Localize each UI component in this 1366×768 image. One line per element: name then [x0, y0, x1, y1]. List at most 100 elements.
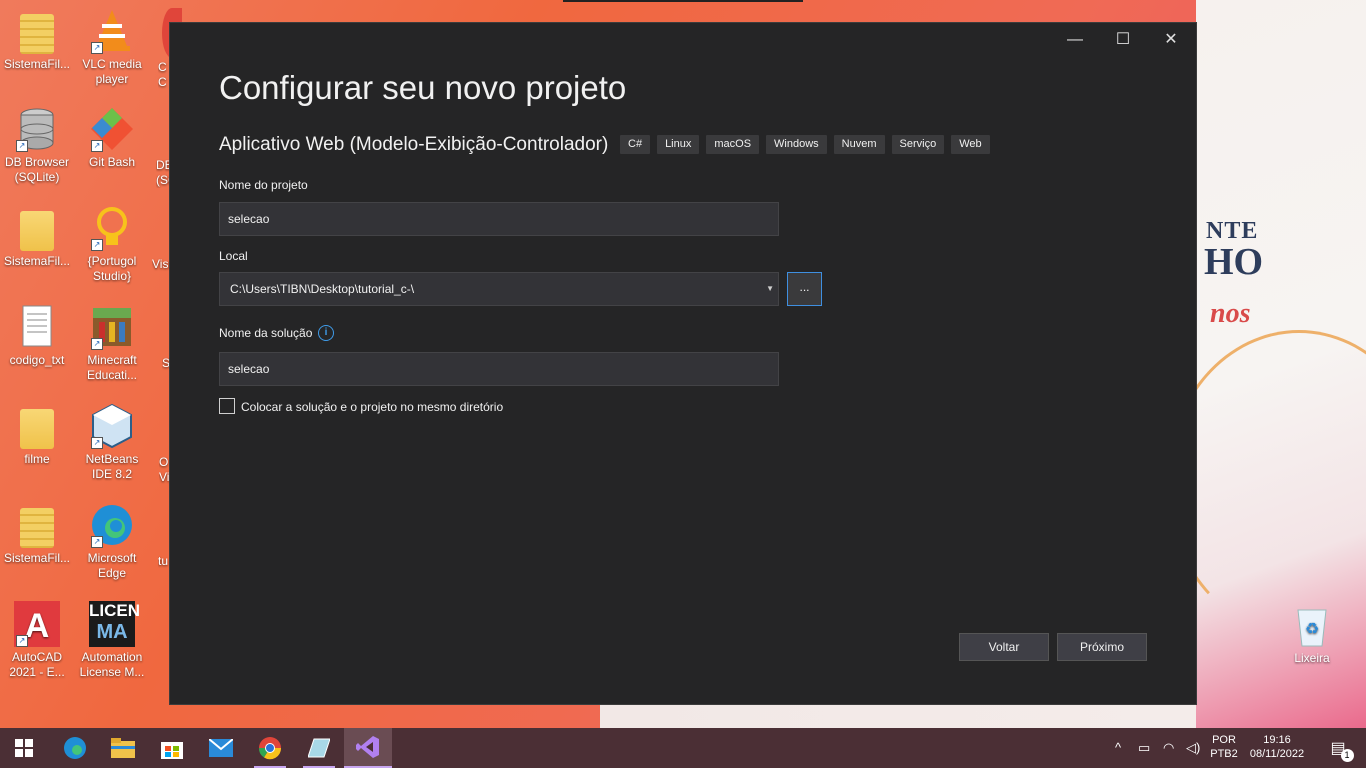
taskbar-chrome[interactable]	[246, 728, 294, 768]
desktop-icon-label: SistemaFil...	[3, 57, 70, 71]
same-directory-checkbox[interactable]	[219, 398, 235, 414]
desktop-icon-label: {Portugol Studio}	[87, 254, 137, 283]
desktop-icon-sistemafil-2[interactable]: SistemaFil...	[1, 205, 73, 269]
desktop-icon-autocad[interactable]: A ↗ AutoCAD 2021 - E...	[1, 601, 73, 680]
solution-name-input[interactable]: selecao	[219, 352, 779, 386]
desktop-icon-sistemafil-1[interactable]: SistemaFil...	[1, 8, 73, 72]
desktop-icon-automation-license[interactable]: LICEN MA Automation License M...	[76, 601, 148, 680]
notification-icon: ▤ 1	[1330, 738, 1354, 762]
tag-macos: macOS	[706, 135, 760, 154]
tag-linux: Linux	[657, 135, 700, 154]
taskbar-store[interactable]	[148, 728, 196, 768]
folder-icon	[111, 738, 135, 758]
info-icon[interactable]: i	[318, 325, 334, 341]
zip-folder-icon	[20, 508, 54, 548]
svg-text:♻: ♻	[1305, 619, 1319, 638]
language-code: POR	[1212, 734, 1236, 746]
project-name-input[interactable]: selecao	[219, 202, 779, 236]
desktop-icon-minecraft[interactable]: ↗ Minecraft Educati...	[76, 304, 148, 383]
location-label: Local	[219, 249, 248, 263]
desktop-icon-label: VLC media player	[82, 57, 142, 86]
taskbar-visual-studio[interactable]	[344, 728, 392, 768]
text-file-icon	[14, 304, 60, 350]
desktop-icon-label: Minecraft Educati...	[86, 353, 138, 382]
app-icon	[308, 738, 330, 758]
license-text-1: LICEN	[89, 601, 140, 620]
next-button[interactable]: Próximo	[1057, 633, 1147, 661]
taskbar-edge[interactable]	[51, 728, 99, 768]
template-name: Aplicativo Web (Modelo-Exibição-Controla…	[219, 134, 609, 155]
input-language[interactable]: POR PTB2	[1206, 733, 1242, 761]
notification-count: 1	[1340, 749, 1354, 762]
browse-button[interactable]: ...	[787, 272, 822, 306]
keyboard-layout: PTB2	[1210, 748, 1238, 760]
solution-name-label: Nome da solução	[219, 326, 313, 340]
netbeans-icon: ↗	[89, 403, 135, 449]
configure-project-dialog: — ☐ ✕ Configurar seu novo projeto Aplica…	[170, 23, 1196, 704]
license-manager-icon: LICEN MA	[89, 601, 140, 647]
mail-icon	[209, 739, 233, 757]
desktop-icon-codigo-txt[interactable]: codigo_txt	[1, 304, 73, 368]
desktop-icon-git-bash[interactable]: ↗ Git Bash	[76, 106, 148, 170]
clock-time: 19:16	[1263, 734, 1291, 746]
folder-icon	[20, 211, 54, 251]
template-tags: C# Linux macOS Windows Nuvem Serviço Web	[620, 135, 990, 154]
wallpaper-bottom	[600, 704, 1196, 728]
tag-service: Serviço	[891, 135, 945, 154]
clock[interactable]: 19:16 08/11/2022	[1244, 733, 1310, 761]
partial-label: Visu	[152, 257, 172, 271]
tag-csharp: C#	[620, 135, 651, 154]
desktop-icon-db-browser[interactable]: ↗ DB Browser (SQLite)	[1, 106, 73, 185]
desktop-icon-sistemafil-3[interactable]: SistemaFil...	[1, 502, 73, 566]
taskbar-file-explorer[interactable]	[99, 728, 147, 768]
edge-icon: ↗	[89, 502, 135, 548]
desktop-icon-edge[interactable]: ↗ Microsoft Edge	[76, 502, 148, 581]
minimize-button[interactable]: —	[1052, 29, 1098, 51]
store-icon	[161, 742, 183, 759]
location-combobox[interactable]: C:\Users\TIBN\Desktop\tutorial_c-\ ▼	[219, 272, 779, 306]
taskbar-mail[interactable]	[197, 728, 245, 768]
location-value: C:\Users\TIBN\Desktop\tutorial_c-\	[230, 282, 415, 296]
visual-studio-icon	[356, 736, 379, 758]
wallpaper-arc	[1196, 330, 1366, 636]
chevron-up-icon[interactable]: ^	[1115, 740, 1121, 755]
wifi-icon[interactable]: ◠	[1163, 740, 1174, 756]
tag-web: Web	[951, 135, 990, 154]
desktop-icon-label: DB Browser (SQLite)	[4, 155, 69, 184]
tag-cloud: Nuvem	[833, 135, 885, 154]
maximize-button[interactable]: ☐	[1100, 29, 1146, 51]
desktop-icon-label: SistemaFil...	[3, 551, 70, 565]
desktop-icon-label: filme	[24, 452, 50, 466]
lightbulb-icon: ↗	[89, 205, 135, 251]
top-edge-line	[563, 0, 803, 2]
desktop-icon-label: SistemaFil...	[3, 254, 70, 268]
desktop-icon-portugol[interactable]: ↗ {Portugol Studio}	[76, 205, 148, 284]
minecraft-icon: ↗	[89, 304, 135, 350]
desktop-icon-netbeans[interactable]: ↗ NetBeans IDE 8.2	[76, 403, 148, 482]
clock-date: 08/11/2022	[1249, 748, 1305, 760]
chrome-icon	[258, 737, 282, 760]
taskbar-app[interactable]	[295, 728, 343, 768]
start-button[interactable]	[0, 728, 48, 768]
back-button[interactable]: Voltar	[959, 633, 1049, 661]
git-icon: ↗	[89, 106, 135, 152]
desktop-icon-label: NetBeans IDE 8.2	[85, 452, 139, 481]
project-name-label: Nome do projeto	[219, 178, 308, 192]
wallpaper-text-2: HO	[1204, 241, 1264, 283]
chevron-down-icon[interactable]: ▼	[766, 273, 774, 305]
same-directory-label: Colocar a solução e o projeto no mesmo d…	[241, 400, 504, 414]
tag-windows: Windows	[766, 135, 827, 154]
desktop-icon-label: Lixeira	[1294, 651, 1330, 665]
desktop-icon-label: Git Bash	[88, 155, 136, 169]
close-button[interactable]: ✕	[1148, 29, 1194, 51]
desktop-icon-recycle-bin[interactable]: ♻ Lixeira	[1276, 602, 1348, 666]
vlc-icon: ↗	[89, 8, 135, 54]
recycle-bin-icon: ♻	[1289, 602, 1335, 648]
folder-icon	[20, 409, 54, 449]
license-text-2: MA	[96, 621, 128, 643]
battery-icon[interactable]: ▭	[1138, 740, 1150, 756]
volume-icon[interactable]: ◁)	[1186, 740, 1200, 756]
notification-center-button[interactable]: ▤ 1	[1314, 728, 1362, 768]
desktop-icon-vlc[interactable]: ↗ VLC media player	[76, 8, 148, 87]
desktop-icon-filme[interactable]: filme	[1, 403, 73, 467]
